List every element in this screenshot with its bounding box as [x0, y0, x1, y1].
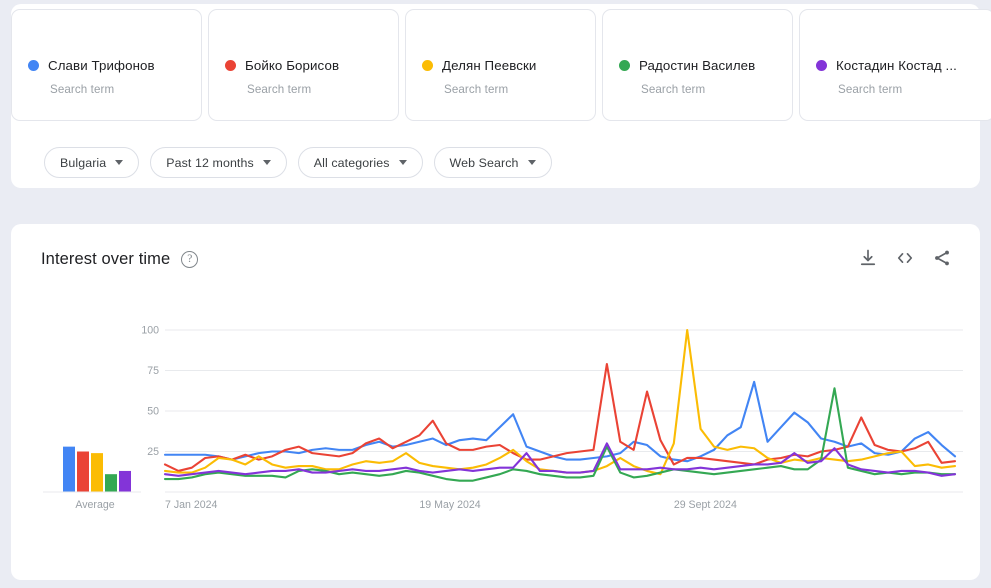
average-bar-chart: Average: [39, 320, 143, 520]
filter-chip-search-type[interactable]: Web Search: [433, 147, 552, 178]
x-axis-tick: 19 May 2024: [419, 499, 480, 511]
chevron-down-icon: [398, 160, 407, 165]
filter-chip-time-range[interactable]: Past 12 months: [150, 147, 287, 178]
search-terms-row: Слави Трифонов Search term Бойко Борисов Se…: [11, 4, 991, 121]
series-color-dot: [619, 60, 630, 71]
series-color-dot: [225, 60, 236, 71]
timeseries-svg[interactable]: 25 50 75 100 7 Jan 2024 19 May 2024 29 Sept 20…: [141, 320, 971, 520]
download-icon[interactable]: [858, 248, 878, 268]
filter-chip-label: Past 12 months: [166, 155, 254, 170]
series-line: [163, 362, 957, 472]
average-bar: [77, 451, 89, 492]
average-bar: [105, 474, 117, 492]
y-axis-tick: 100: [141, 325, 159, 337]
search-term-label: Радостин Василев: [639, 58, 756, 73]
series-color-dot: [28, 60, 39, 71]
search-term-type: Search term: [50, 83, 115, 96]
filter-chip-location[interactable]: Bulgaria: [44, 147, 140, 178]
average-bars-svg: Average: [43, 446, 141, 511]
filter-chip-label: Web Search: [449, 155, 519, 170]
embed-code-icon[interactable]: [895, 248, 915, 268]
search-term-header: Радостин Василев: [619, 58, 792, 73]
series-color-dot: [422, 60, 433, 71]
query-panel: Слави Трифонов Search term Бойко Борисов Se…: [11, 4, 991, 188]
y-axis-tick: 50: [147, 406, 159, 418]
interest-over-time-card: Interest over time ? Average 25 50 75 10…: [11, 224, 980, 580]
search-term-card[interactable]: Радостин Василев Search term: [602, 9, 793, 121]
share-icon[interactable]: [932, 248, 952, 268]
chart-header: Interest over time ?: [41, 250, 199, 269]
search-term-header: Делян Пеевски: [422, 58, 595, 73]
search-term-card[interactable]: Слави Трифонов Search term: [11, 9, 202, 121]
trends-page: Слави Трифонов Search term Бойко Борисов Se…: [0, 0, 991, 588]
search-term-card[interactable]: Делян Пеевски Search term: [405, 9, 596, 121]
filters-row: Bulgaria Past 12 months All categories Web …: [44, 147, 552, 178]
search-term-label: Костадин Костад ...: [836, 58, 957, 73]
search-term-header: Бойко Борисов: [225, 58, 398, 73]
y-axis-tick: 25: [147, 446, 159, 458]
search-term-label: Бойко Борисов: [245, 58, 340, 73]
y-axis-tick: 75: [147, 365, 159, 377]
search-term-card[interactable]: Костадин Костад ... Search term: [799, 9, 991, 121]
search-term-label: Делян Пеевски: [442, 58, 537, 73]
search-term-header: Костадин Костад ...: [816, 58, 991, 73]
help-icon[interactable]: ?: [181, 251, 199, 268]
series-color-dot: [816, 60, 827, 71]
filter-chip-label: All categories: [313, 155, 390, 170]
search-term-type: Search term: [838, 83, 903, 96]
chart-plot-area: Average 25 50 75 100 7 Jan 2024 19 May 2024 29…: [11, 320, 980, 520]
search-term-type: Search term: [444, 83, 509, 96]
search-term-type: Search term: [641, 83, 706, 96]
average-label: Average: [75, 499, 114, 511]
chevron-down-icon: [262, 160, 271, 165]
page-title: Interest over time: [41, 250, 171, 268]
filter-chip-category[interactable]: All categories: [297, 147, 423, 178]
search-term-card[interactable]: Бойко Борисов Search term: [208, 9, 399, 121]
x-axis-tick: 29 Sept 2024: [674, 499, 737, 511]
timeseries-chart: 25 50 75 100 7 Jan 2024 19 May 2024 29 Sept 20…: [141, 320, 971, 520]
average-bar: [119, 470, 131, 492]
chevron-down-icon: [527, 160, 536, 165]
filter-chip-label: Bulgaria: [60, 155, 107, 170]
search-term-header: Слави Трифонов: [28, 58, 201, 73]
chart-actions: [858, 248, 952, 268]
search-term-label: Слави Трифонов: [48, 58, 155, 73]
chevron-down-icon: [115, 160, 124, 165]
average-bar: [63, 446, 75, 492]
average-bar: [91, 453, 103, 492]
search-term-type: Search term: [247, 83, 312, 96]
x-axis-tick: 7 Jan 2024: [165, 499, 218, 511]
